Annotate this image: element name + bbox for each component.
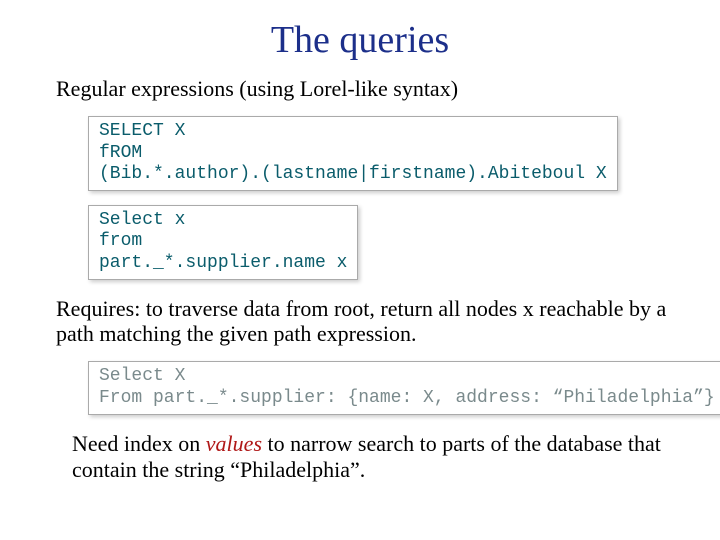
slide: The queries Regular expressions (using L…: [0, 0, 720, 540]
code-block-3: Select X From part._*.supplier: {name: X…: [88, 361, 720, 414]
slide-title: The queries: [0, 0, 720, 76]
intro-text: Regular expressions (using Lorel-like sy…: [56, 76, 680, 102]
closing-emphasis: values: [206, 431, 262, 456]
closing-pre: Need index on: [72, 431, 206, 456]
code-block-1: SELECT X fROM (Bib.*.author).(lastname|f…: [88, 116, 618, 191]
requires-text: Requires: to traverse data from root, re…: [56, 296, 680, 348]
code-block-2: Select x from part._*.supplier.name x: [88, 205, 358, 280]
closing-text: Need index on values to narrow search to…: [72, 431, 680, 483]
